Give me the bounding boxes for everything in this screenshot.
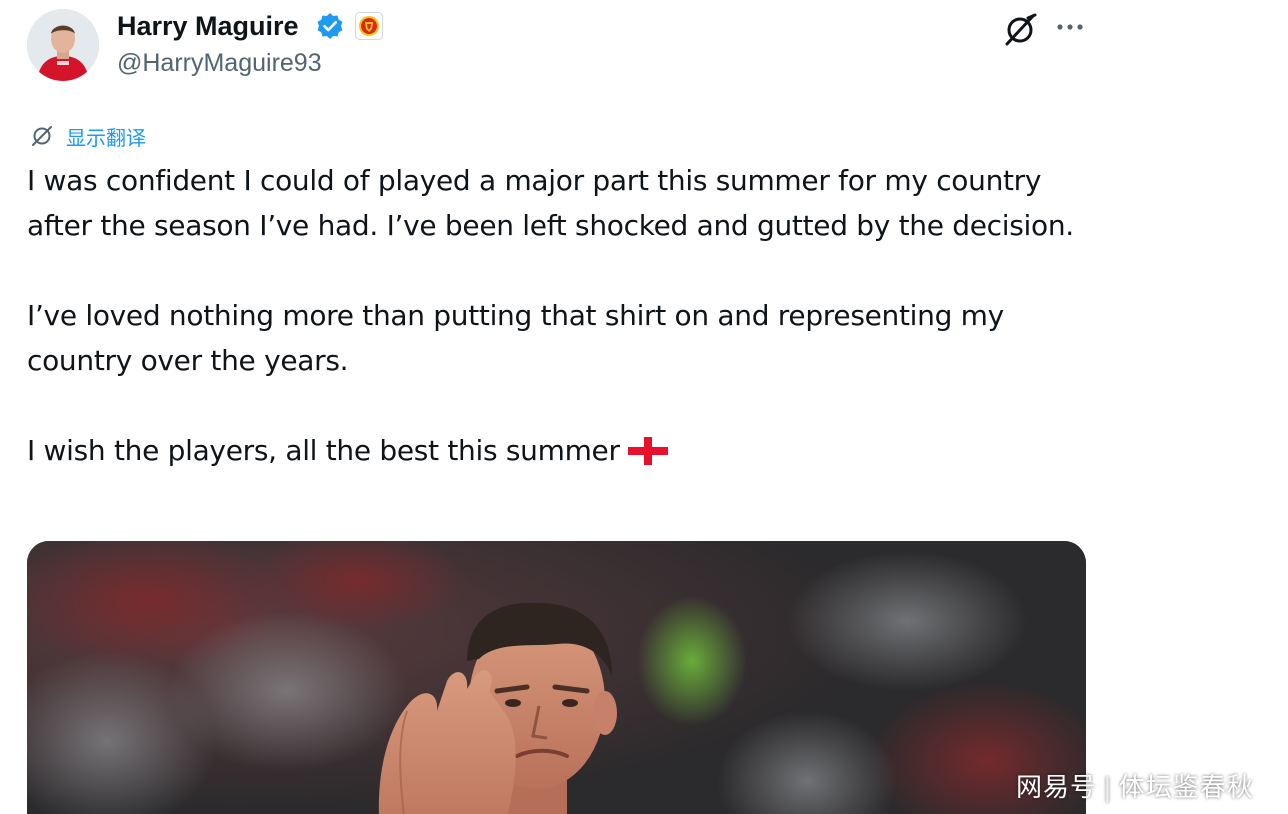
manchester-united-crest-icon[interactable] xyxy=(355,12,383,40)
watermark-separator: | xyxy=(1103,773,1113,803)
tweet-paragraph: I was confident I could of played a majo… xyxy=(27,164,1074,242)
tweet-paragraph: I’ve loved nothing more than putting tha… xyxy=(27,299,1004,377)
tweet-media-image[interactable] xyxy=(27,541,1086,814)
tweet-header: Harry Maguire @HarryMaguire93 xyxy=(0,0,1288,100)
show-translation-button[interactable]: 显示翻译 xyxy=(30,121,146,151)
tweet-paragraph: I wish the players, all the best this su… xyxy=(27,434,620,467)
england-flag-icon xyxy=(627,437,668,465)
verified-badge-icon xyxy=(317,13,343,39)
more-icon[interactable] xyxy=(1055,16,1085,38)
player-applauding-photo-icon xyxy=(27,541,1086,814)
display-name[interactable]: Harry Maguire xyxy=(117,9,299,43)
watermark: 网易号 | 体坛鉴春秋 xyxy=(1016,767,1254,804)
grok-translate-icon xyxy=(32,126,52,146)
watermark-account: 体坛鉴春秋 xyxy=(1118,773,1254,803)
show-translation-label: 显示翻译 xyxy=(66,125,146,150)
user-handle[interactable]: @HarryMaguire93 xyxy=(117,47,322,79)
watermark-brand: 网易号 xyxy=(1016,773,1098,803)
grok-icon[interactable] xyxy=(1002,12,1038,48)
tweet-text: I was confident I could of played a majo… xyxy=(27,158,1107,473)
player-avatar-icon xyxy=(27,9,99,81)
tweet-paragraph-with-emoji: I wish the players, all the best this su… xyxy=(27,428,1107,473)
avatar[interactable] xyxy=(27,9,99,81)
